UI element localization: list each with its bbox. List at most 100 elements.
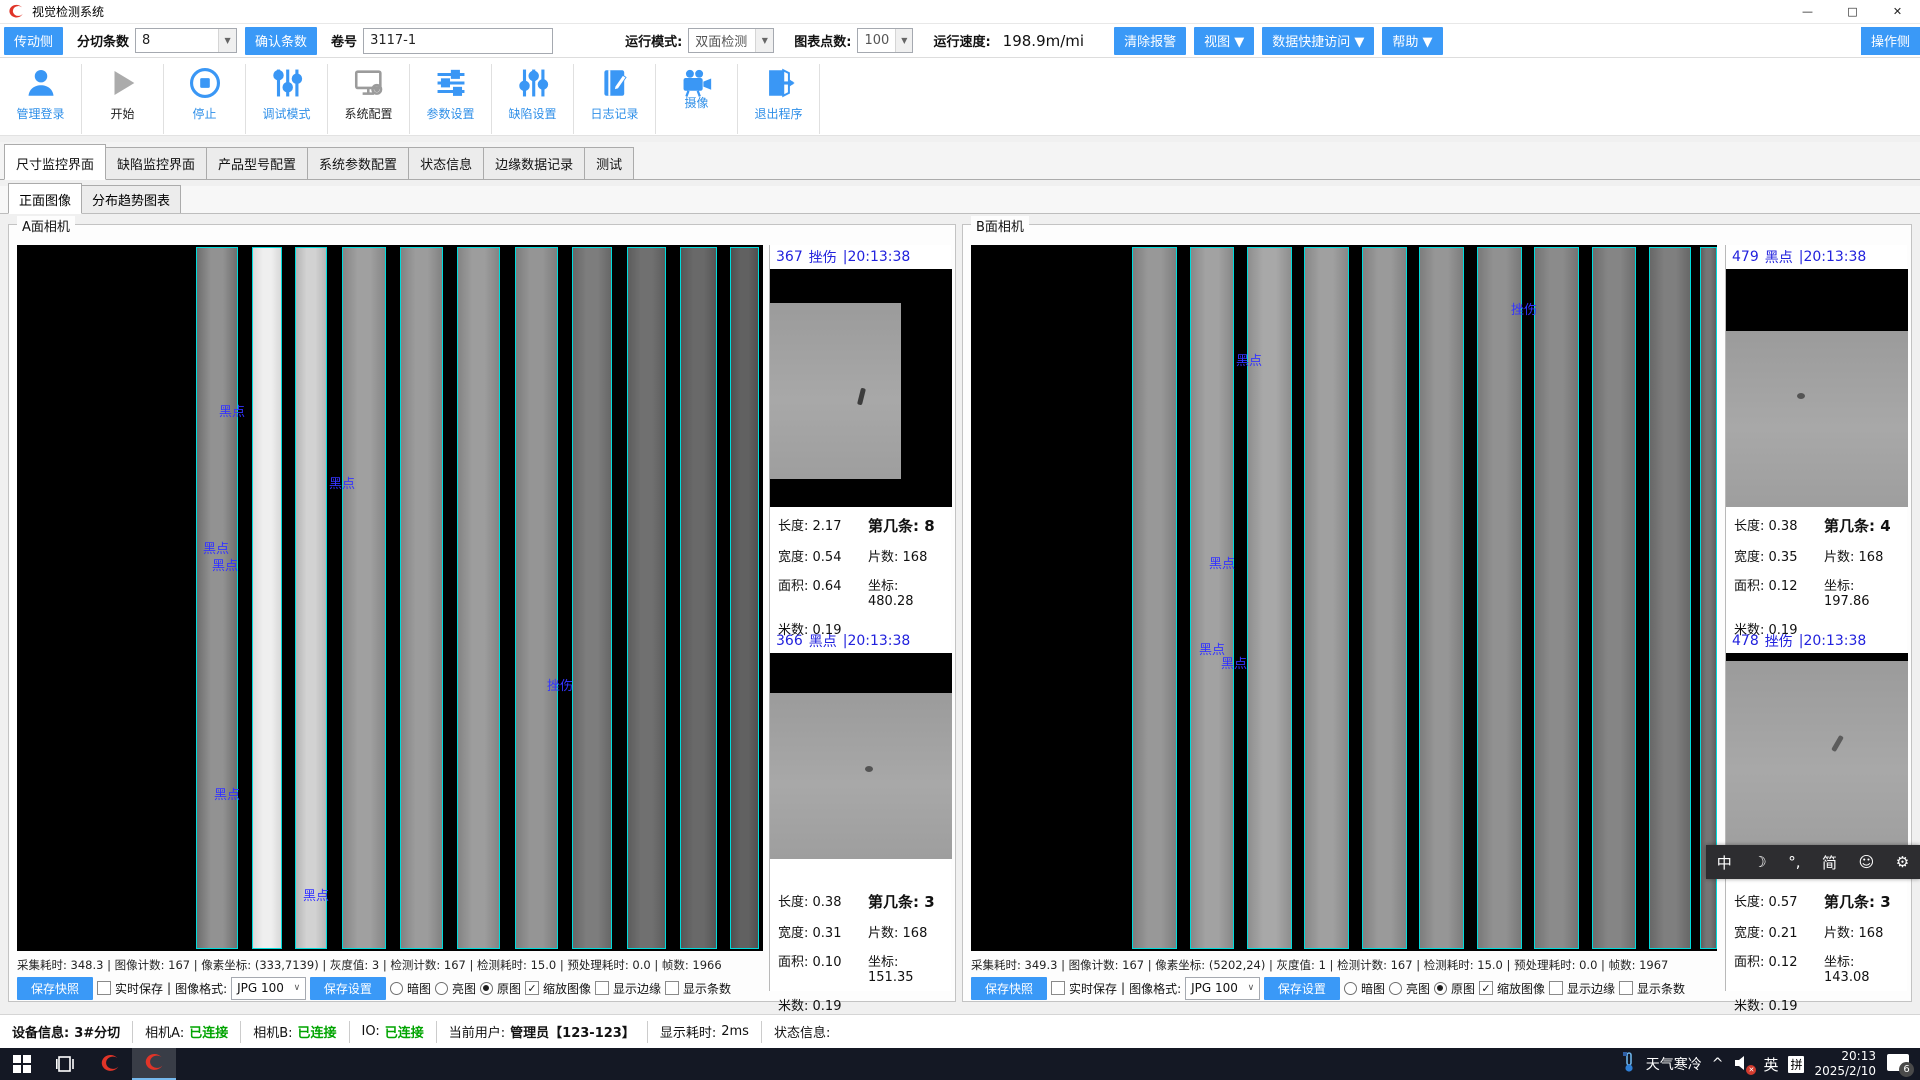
halfwidth-moon-icon[interactable]: ☽: [1753, 853, 1766, 871]
stop-button[interactable]: 停止: [164, 64, 246, 134]
clock[interactable]: 20:13 2025/2/10: [1814, 1049, 1876, 1079]
start-button[interactable]: 开始: [82, 64, 164, 134]
defect-image-label: 黑点: [303, 885, 329, 904]
show-strip-count-checkbox[interactable]: [665, 981, 679, 995]
app-logo-icon: [8, 4, 24, 20]
status-info-label: 状态信息:: [774, 1022, 830, 1041]
film-strip: [457, 247, 500, 949]
zoom-image-checkbox[interactable]: ✓: [525, 981, 539, 995]
film-strip: [730, 247, 759, 949]
save-settings-button[interactable]: 保存设置: [1264, 977, 1340, 1000]
camera-b-panel: B面相机 挫伤黑点黑点黑点黑点 479黑点|20:13:38 长度: 0.38 …: [962, 224, 1912, 1002]
thermometer-icon[interactable]: [1622, 1051, 1636, 1077]
bright-image-radio[interactable]: [1389, 982, 1402, 995]
run-speed-label: 运行速度:: [933, 31, 990, 50]
start-button[interactable]: [0, 1048, 44, 1080]
clock-date: 2025/2/10: [1814, 1064, 1876, 1079]
defect-image-label: 黑点: [219, 401, 245, 420]
punctuation-mode-icon[interactable]: °,: [1788, 853, 1800, 871]
operate-side-button[interactable]: 操作侧: [1861, 27, 1920, 55]
show-strip-count-checkbox[interactable]: [1619, 981, 1633, 995]
task-view-icon[interactable]: [44, 1048, 88, 1080]
taskbar: 天气寒冷 ^ ✕ 英 拼 20:13 2025/2/10 6: [0, 1048, 1920, 1080]
parameter-settings-button[interactable]: 参数设置: [410, 64, 492, 134]
clear-alarm-button[interactable]: 清除报警: [1114, 27, 1186, 55]
dark-image-radio[interactable]: [1344, 982, 1357, 995]
language-indicator[interactable]: 英: [1763, 1054, 1778, 1075]
admin-login-button[interactable]: 管理登录: [0, 64, 82, 134]
dark-image-radio[interactable]: [390, 982, 403, 995]
exit-door-icon: [760, 64, 798, 102]
tab-edge-data-record[interactable]: 边缘数据记录: [483, 147, 585, 179]
show-edge-checkbox[interactable]: [1549, 981, 1563, 995]
minimize-button[interactable]: —: [1785, 0, 1830, 23]
exit-program-button[interactable]: 退出程序: [738, 64, 820, 134]
camera-a-title: A面相机: [17, 216, 75, 235]
original-image-radio[interactable]: [1434, 982, 1447, 995]
ime-settings-gear-icon[interactable]: ⚙: [1896, 853, 1909, 871]
save-snapshot-button[interactable]: 保存快照: [17, 977, 93, 1000]
realtime-save-checkbox[interactable]: [1051, 981, 1065, 995]
view-menu-button[interactable]: 视图 ▼: [1194, 27, 1254, 55]
roll-number-label: 卷号: [331, 31, 357, 50]
system-config-button[interactable]: 系统配置: [328, 64, 410, 134]
help-menu-button[interactable]: 帮助 ▼: [1382, 27, 1442, 55]
original-image-radio[interactable]: [480, 982, 493, 995]
ime-pinyin-indicator[interactable]: 拼: [1788, 1056, 1804, 1073]
stop-icon: [186, 64, 224, 102]
tab-size-monitor[interactable]: 尺寸监控界面: [4, 144, 106, 180]
show-edge-checkbox[interactable]: [595, 981, 609, 995]
ime-mode-chinese[interactable]: 中: [1717, 852, 1732, 873]
taskbar-app-icon[interactable]: [88, 1048, 132, 1080]
bright-image-radio[interactable]: [435, 982, 448, 995]
close-button[interactable]: ✕: [1875, 0, 1920, 23]
tab-product-model-config[interactable]: 产品型号配置: [206, 147, 308, 179]
simplified-chinese-toggle[interactable]: 简: [1822, 852, 1837, 873]
defect-info: 长度: 0.57 第几条: 3 宽度: 0.21 片数: 168 面积: 0.1…: [1726, 883, 1907, 1005]
image-format-select[interactable]: JPG 100 ∨: [231, 977, 306, 1000]
defect-image-label: 黑点: [1209, 553, 1235, 572]
notification-center-icon[interactable]: 6: [1886, 1053, 1912, 1075]
tab-defect-monitor[interactable]: 缺陷监控界面: [105, 147, 207, 179]
tab-test[interactable]: 测试: [584, 147, 634, 179]
speaker-muted-icon[interactable]: ✕: [1733, 1055, 1753, 1073]
weather-text[interactable]: 天气寒冷: [1646, 1054, 1702, 1074]
image-format-select[interactable]: JPG 100 ∨: [1185, 977, 1260, 1000]
slit-count-select[interactable]: 8 ▼: [135, 28, 237, 53]
defect-header: 367挫伤|20:13:38: [770, 245, 951, 269]
subtab-front-image[interactable]: 正面图像: [8, 183, 82, 214]
taskbar-app-icon-active[interactable]: [132, 1048, 176, 1080]
save-settings-button[interactable]: 保存设置: [310, 977, 386, 1000]
capture-button[interactable]: 摄像: [656, 64, 738, 134]
tray-chevron-up-icon[interactable]: ^: [1712, 1056, 1724, 1072]
save-snapshot-button[interactable]: 保存快照: [971, 977, 1047, 1000]
status-bar: 设备信息:3#分切 相机A:已连接 相机B:已连接 IO:已连接 当前用户:管理…: [0, 1014, 1920, 1048]
sliders-horizontal-icon: [432, 64, 470, 102]
roll-number-input[interactable]: 3117-1: [363, 28, 553, 54]
user-icon: [22, 64, 60, 102]
camera-b-status: 已连接: [298, 1022, 337, 1041]
drive-side-button[interactable]: 传动侧: [4, 27, 63, 55]
debug-mode-button[interactable]: 调试模式: [246, 64, 328, 134]
defect-settings-button[interactable]: 缺陷设置: [492, 64, 574, 134]
realtime-save-checkbox[interactable]: [97, 981, 111, 995]
data-quick-access-button[interactable]: 数据快捷访问 ▼: [1262, 27, 1374, 55]
maximize-button[interactable]: □: [1830, 0, 1875, 23]
chevron-down-icon: ▼: [218, 29, 236, 52]
zoom-image-checkbox[interactable]: ✓: [1479, 981, 1493, 995]
io-status: 已连接: [385, 1022, 424, 1041]
confirm-count-button[interactable]: 确认条数: [245, 27, 317, 55]
subtab-trend-chart[interactable]: 分布趋势图表: [81, 185, 181, 213]
film-strip: [627, 247, 666, 949]
log-record-button[interactable]: 日志记录: [574, 64, 656, 134]
run-mode-select[interactable]: 双面检测 ▼: [688, 28, 774, 53]
camera-a-controls: 保存快照 实时保存 |图像格式: JPG 100 ∨ 保存设置 暗图 亮图 原图…: [17, 975, 765, 1001]
emoji-picker-icon[interactable]: ☺: [1859, 853, 1875, 871]
film-strip: [295, 247, 327, 949]
chart-points-select[interactable]: 100 ▼: [857, 28, 913, 53]
film-strip: [1190, 247, 1235, 949]
film-strip: [1419, 247, 1464, 949]
notebook-pencil-icon: [596, 64, 634, 102]
tab-status-info[interactable]: 状态信息: [408, 147, 484, 179]
tab-system-param-config[interactable]: 系统参数配置: [307, 147, 409, 179]
